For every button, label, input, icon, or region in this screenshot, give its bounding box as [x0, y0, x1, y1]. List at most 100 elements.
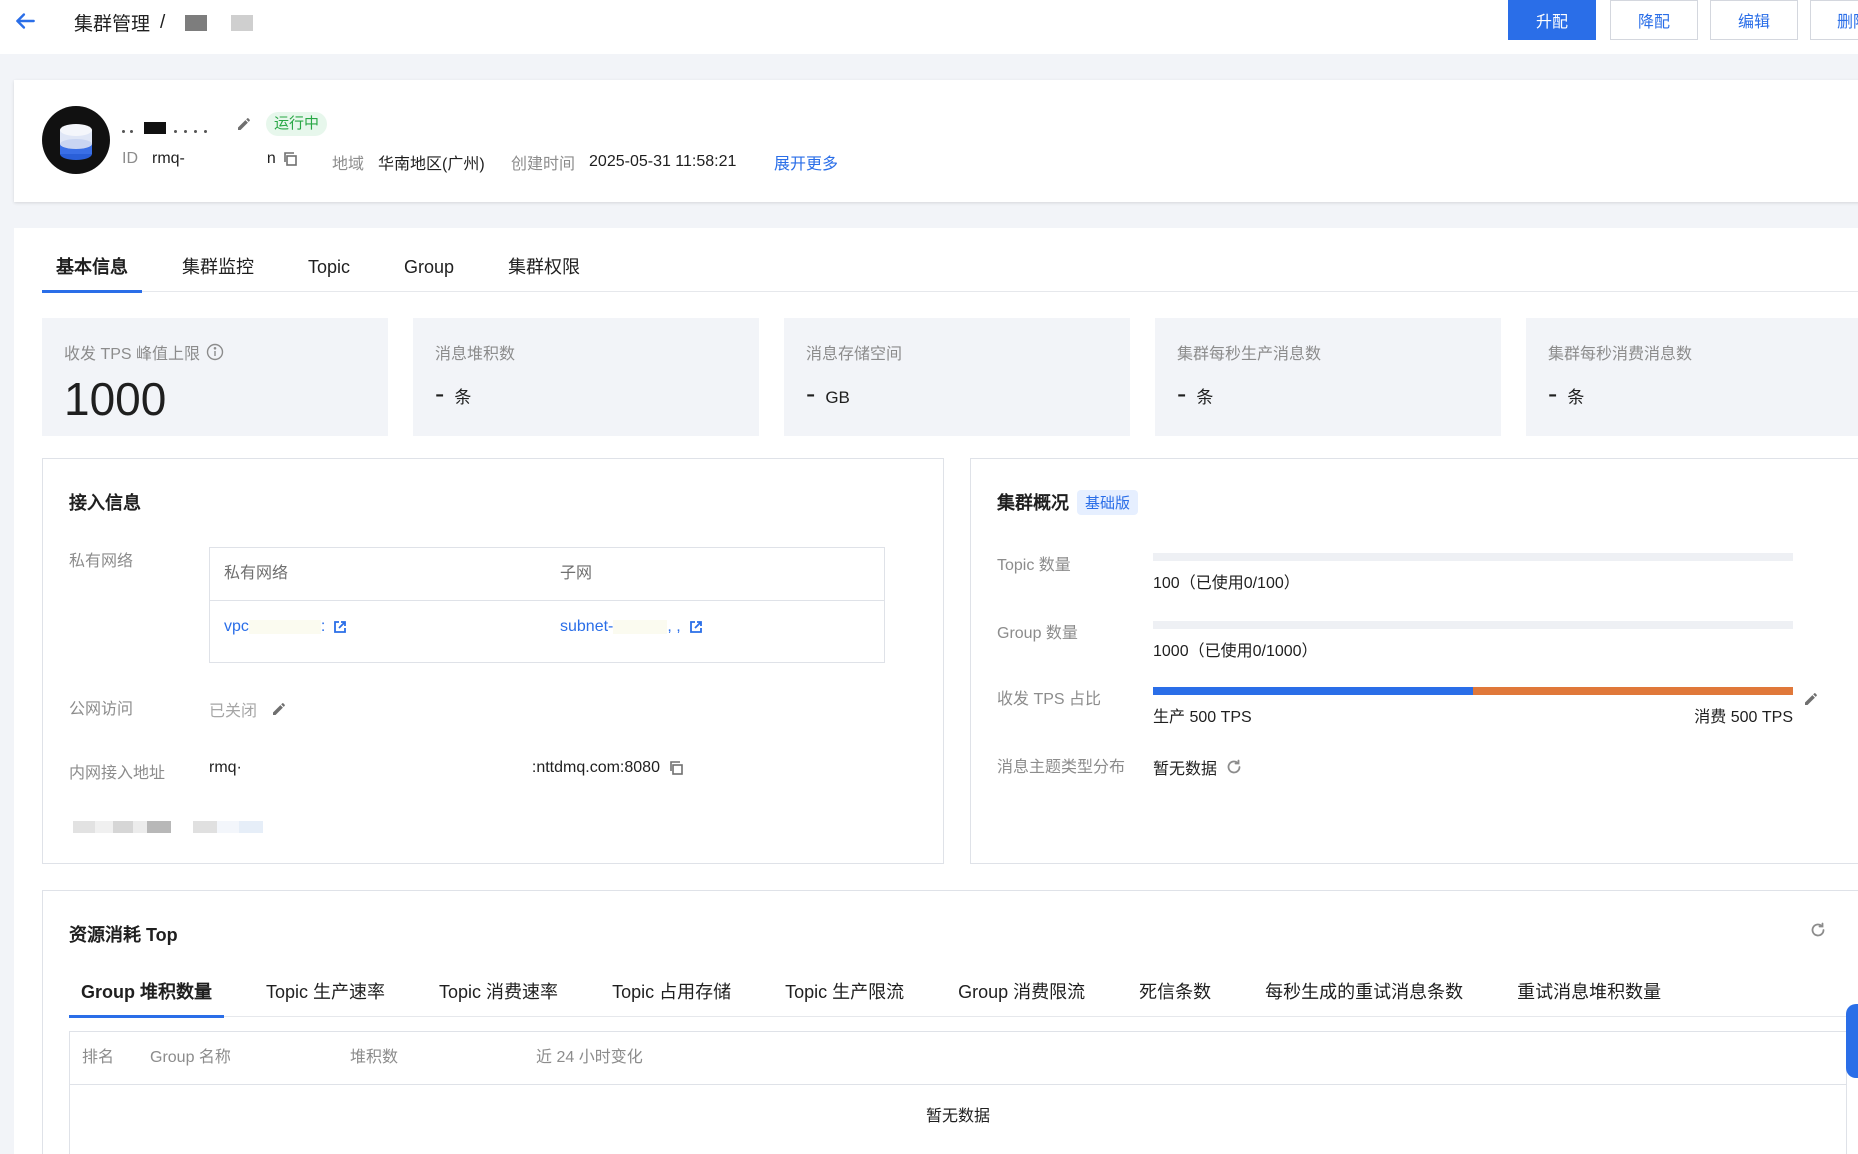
access-info-panel: 接入信息 私有网络 私有网络 子网 vpc : subnet- , , 公网访问… [42, 458, 944, 864]
resource-top-title: 资源消耗 Top [69, 925, 178, 945]
cluster-overview-title: 集群概况 基础版 [997, 489, 1139, 515]
vpc-link[interactable]: vpc : [224, 610, 347, 644]
redacted-extra-row [73, 821, 263, 833]
tab-group-consume-throttle[interactable]: Group 消费限流 [946, 977, 1097, 1017]
external-link-icon[interactable] [689, 620, 703, 634]
tab-group-backlog[interactable]: Group 堆积数量 [69, 977, 224, 1018]
redacted-instance-name [185, 14, 208, 31]
tps-produce-segment [1153, 687, 1473, 695]
edition-badge: 基础版 [1077, 489, 1139, 515]
instance-id: ID rmq- n [122, 150, 298, 168]
public-access-status: 已关闭 [209, 697, 287, 721]
expand-more-link[interactable]: 展开更多 [774, 150, 838, 174]
cluster-overview-panel: 集群概况 基础版 Topic 数量 100（已使用0/100） Group 数量… [970, 458, 1858, 864]
group-count-value: 1000（已使用0/1000） [1153, 643, 1318, 660]
resource-table: 排名 Group 名称 堆积数 近 24 小时变化 暂无数据 [69, 1031, 1847, 1154]
vpc-id[interactable]: vpc [224, 610, 249, 644]
tab-topic-produce-rate[interactable]: Topic 生产速率 [254, 977, 397, 1017]
upgrade-button[interactable]: 升配 [1508, 0, 1596, 40]
top-bar: 集群管理 / 升配 降配 编辑 删除 [0, 0, 1858, 54]
subnet-link[interactable]: subnet- , , [560, 610, 703, 644]
tps-consume-value: 消费 500 TPS [1694, 709, 1793, 726]
stat-label: 集群每秒生产消息数 [1177, 346, 1322, 363]
stat-value: - [435, 378, 445, 409]
instance-avatar [42, 106, 110, 174]
tps-consume-segment [1473, 687, 1793, 695]
resource-top-panel: 资源消耗 Top Group 堆积数量 Topic 生产速率 Topic 消费速… [42, 890, 1858, 1154]
stat-consume-rate: 集群每秒消费消息数 -条 [1526, 318, 1858, 436]
floating-help-widget[interactable] [1846, 1004, 1858, 1078]
tps-produce-value: 生产 500 TPS [1153, 709, 1252, 726]
redacted-subnet-id [613, 620, 668, 634]
redacted-id [184, 152, 267, 166]
edit-public-access-pencil-icon[interactable] [271, 701, 287, 717]
tab-topic-consume-rate[interactable]: Topic 消费速率 [427, 977, 570, 1017]
copy-id-icon[interactable] [282, 151, 298, 167]
endpoint-label: 内网接入地址 [69, 765, 166, 782]
stat-storage: 消息存储空间 - GB [784, 318, 1130, 436]
back-arrow-icon[interactable] [12, 8, 38, 34]
tab-dead-letter-count[interactable]: 死信条数 [1127, 977, 1223, 1017]
downgrade-button[interactable]: 降配 [1610, 0, 1698, 40]
vpc-table: 私有网络 子网 vpc : subnet- , , [209, 547, 885, 663]
group-name-column-header: Group 名称 [150, 1049, 231, 1066]
endpoint-prefix: rmq· [209, 759, 242, 776]
subnet-id[interactable]: subnet- [560, 610, 613, 644]
topic-type-distribution-value: 暂无数据 [1153, 761, 1218, 778]
vpc-id-tail: : [320, 618, 326, 635]
topic-count-label: Topic 数量 [997, 557, 1071, 574]
stat-unit: 条 [1567, 388, 1585, 407]
external-link-icon[interactable] [333, 620, 347, 634]
redacted-instance-name-part [231, 14, 254, 31]
tab-group[interactable]: Group [390, 252, 468, 292]
created-label: 创建时间 [511, 156, 576, 173]
delete-button[interactable]: 删除 [1810, 0, 1858, 40]
stat-produce-rate: 集群每秒生产消息数 -条 [1155, 318, 1501, 436]
status-badge: 运行中 [266, 112, 328, 136]
endpoint-value: rmq· :nttdmq.com:8080 [209, 759, 684, 777]
tab-retry-per-second[interactable]: 每秒生成的重试消息条数 [1253, 977, 1475, 1017]
stat-tps-peak: 收发 TPS 峰值上限 1000 [42, 318, 388, 436]
tab-retry-backlog[interactable]: 重试消息堆积数量 [1505, 977, 1673, 1017]
tab-cluster-permission[interactable]: 集群权限 [494, 252, 594, 292]
created-value: 2025-05-31 11:58:21 [589, 153, 737, 170]
refresh-icon[interactable] [1225, 758, 1243, 776]
edit-button[interactable]: 编辑 [1710, 0, 1798, 40]
subnet-column-header: 子网 [560, 565, 593, 582]
endpoint-suffix: :nttdmq.com:8080 [531, 759, 660, 776]
breadcrumb-separator: / [160, 11, 166, 33]
stat-label: 消息堆积数 [435, 346, 516, 363]
main-card: 基本信息 集群监控 Topic Group 集群权限 收发 TPS 峰值上限 1… [14, 228, 1858, 1154]
refresh-icon[interactable] [1809, 921, 1827, 939]
breadcrumb-root[interactable]: 集群管理 [74, 9, 150, 36]
topic-count-value: 100（已使用0/100） [1153, 575, 1300, 592]
overview-title-text: 集群概况 [997, 493, 1069, 513]
subnet-id-tail: , , [667, 618, 681, 635]
info-icon[interactable] [206, 343, 224, 361]
stat-unit: GB [825, 388, 850, 407]
tab-topic-storage[interactable]: Topic 占用存储 [600, 977, 743, 1017]
copy-endpoint-icon[interactable] [668, 760, 684, 776]
instance-header-card: 运行中 ID rmq- n 地域 华南地区(广州) 创建时间 2025-05-3… [14, 80, 1858, 202]
group-usage-bar [1153, 621, 1793, 629]
tab-basic-info[interactable]: 基本信息 [42, 252, 142, 293]
redacted-instance-title [122, 122, 212, 134]
topic-usage-bar [1153, 553, 1793, 561]
stat-value: - [806, 378, 816, 409]
backlog-column-header: 堆积数 [350, 1049, 399, 1066]
edit-name-pencil-icon[interactable] [236, 116, 252, 132]
tps-ratio-label: 收发 TPS 占比 [997, 691, 1102, 708]
public-access-value: 已关闭 [209, 703, 258, 720]
instance-region: 地域 华南地区(广州) [332, 150, 485, 174]
stat-label: 消息存储空间 [806, 346, 903, 363]
stat-unit: 条 [454, 388, 472, 407]
region-value: 华南地区(广州) [378, 156, 485, 173]
resource-tabs: Group 堆积数量 Topic 生产速率 Topic 消费速率 Topic 占… [69, 977, 1849, 1018]
tab-topic-produce-throttle[interactable]: Topic 生产限流 [773, 977, 916, 1017]
tab-topic[interactable]: Topic [294, 252, 364, 292]
empty-state: 暂无数据 [925, 1108, 990, 1125]
tab-cluster-monitor[interactable]: 集群监控 [168, 252, 268, 292]
edit-tps-pencil-icon[interactable] [1803, 691, 1819, 707]
expand-more[interactable]: 展开更多 [774, 150, 838, 174]
vpc-column-header: 私有网络 [224, 565, 289, 582]
